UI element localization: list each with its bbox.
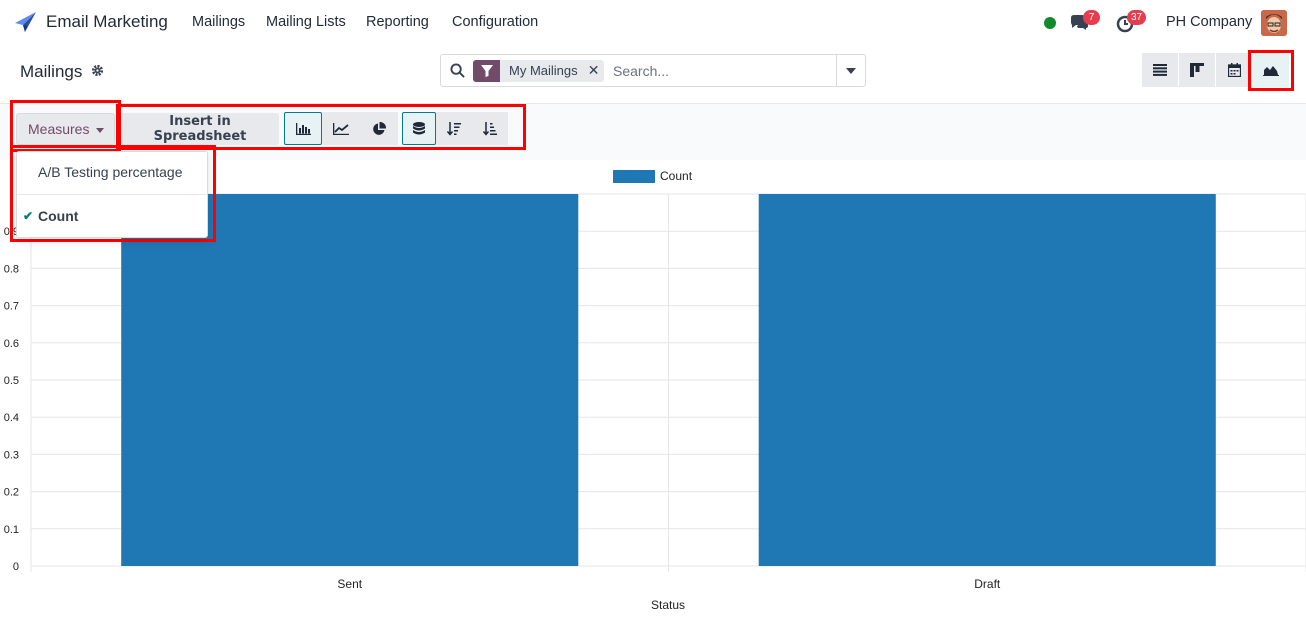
chart-type-group: [284, 112, 398, 145]
line-chart-button[interactable]: [322, 112, 360, 145]
search-options-toggle[interactable]: [836, 55, 865, 86]
messages-count-badge: 7: [1083, 10, 1100, 25]
sort-ascending-icon: [483, 121, 497, 136]
chart-options-group: [402, 112, 508, 145]
y-tick-label: 0.7: [4, 301, 19, 313]
dropdown-divider: [17, 194, 207, 195]
calendar-icon: [1227, 63, 1241, 77]
filter-facet-label: My Mailings: [509, 63, 578, 78]
y-tick-label: 0.3: [4, 449, 19, 461]
legend-label: Count: [660, 169, 693, 183]
legend-swatch: [613, 170, 655, 183]
bar: [121, 194, 579, 566]
measure-option-label: Count: [38, 208, 79, 224]
list-view-button[interactable]: [1142, 53, 1178, 87]
menu-reporting[interactable]: Reporting: [366, 14, 429, 30]
y-tick-label: 0.2: [4, 487, 19, 499]
avatar-face-icon: [1261, 10, 1287, 36]
kanban-view-button[interactable]: [1179, 53, 1215, 87]
measures-button[interactable]: Measures: [16, 113, 115, 145]
measure-option-count[interactable]: ✔ Count: [17, 196, 207, 236]
pie-chart-button[interactable]: [360, 112, 398, 145]
sort-descending-icon: [447, 121, 461, 136]
checkmark-icon: ✔: [23, 209, 34, 223]
email-marketing-logo-icon: [15, 12, 36, 32]
measures-label: Measures: [28, 121, 90, 137]
page-title[interactable]: Mailings: [20, 62, 82, 82]
filter-icon: [473, 60, 500, 82]
view-switcher: [1142, 53, 1290, 87]
control-panel: Mailings My Mailings ✕: [0, 46, 1306, 104]
y-tick-label: 0.6: [4, 338, 19, 350]
app-brand[interactable]: Email Marketing: [14, 11, 168, 33]
filter-facet[interactable]: My Mailings ✕: [473, 60, 604, 82]
y-tick-label: 0.4: [4, 412, 19, 424]
menu-mailings[interactable]: Mailings: [192, 14, 245, 30]
company-switcher[interactable]: PH Company: [1166, 14, 1252, 30]
gear-icon[interactable]: [91, 64, 104, 77]
database-stack-icon: [413, 121, 425, 134]
search-icon[interactable]: [450, 63, 465, 78]
top-navbar: Email Marketing Mailings Mailing Lists R…: [0, 0, 1306, 46]
y-tick-label: 0.1: [4, 524, 19, 536]
user-avatar[interactable]: [1261, 10, 1287, 36]
bar-chart-button[interactable]: [284, 112, 322, 145]
search-input[interactable]: [613, 61, 833, 81]
kanban-icon: [1190, 63, 1204, 77]
x-tick-label: Draft: [974, 577, 1001, 591]
list-icon: [1153, 64, 1167, 76]
line-chart-icon: [333, 122, 349, 135]
menu-mailing-lists[interactable]: Mailing Lists: [266, 14, 346, 30]
y-tick-label: 0.8: [4, 263, 19, 275]
caret-down-icon: [846, 67, 856, 74]
activities-count-badge: 37: [1127, 10, 1147, 25]
sort-descending-button[interactable]: [436, 112, 472, 145]
measure-option-ab-testing[interactable]: A/B Testing percentage: [17, 152, 207, 192]
insert-in-spreadsheet-button[interactable]: Insert in Spreadsheet: [121, 113, 279, 145]
stacked-button[interactable]: [402, 112, 436, 145]
pie-chart-icon: [373, 121, 386, 135]
measures-dropdown: A/B Testing percentage ✔ Count: [16, 151, 208, 238]
facet-remove-icon[interactable]: ✕: [584, 60, 604, 82]
y-tick-label: 0: [13, 561, 19, 573]
measure-option-label: A/B Testing percentage: [38, 164, 183, 180]
bar: [758, 194, 1216, 566]
search-bar[interactable]: My Mailings ✕: [440, 54, 866, 87]
menu-configuration[interactable]: Configuration: [452, 14, 538, 30]
x-axis-label: Status: [651, 598, 685, 612]
app-name: Email Marketing: [46, 12, 168, 31]
bar-chart-icon: [295, 122, 311, 135]
calendar-view-button[interactable]: [1216, 53, 1252, 87]
online-status-icon: [1044, 17, 1056, 29]
sort-ascending-button[interactable]: [472, 112, 508, 145]
x-tick-label: Sent: [337, 577, 362, 591]
graph-view-button[interactable]: [1253, 53, 1289, 87]
y-tick-label: 0.5: [4, 375, 19, 387]
area-chart-icon: [1263, 66, 1279, 76]
caret-down-icon: [96, 128, 104, 133]
